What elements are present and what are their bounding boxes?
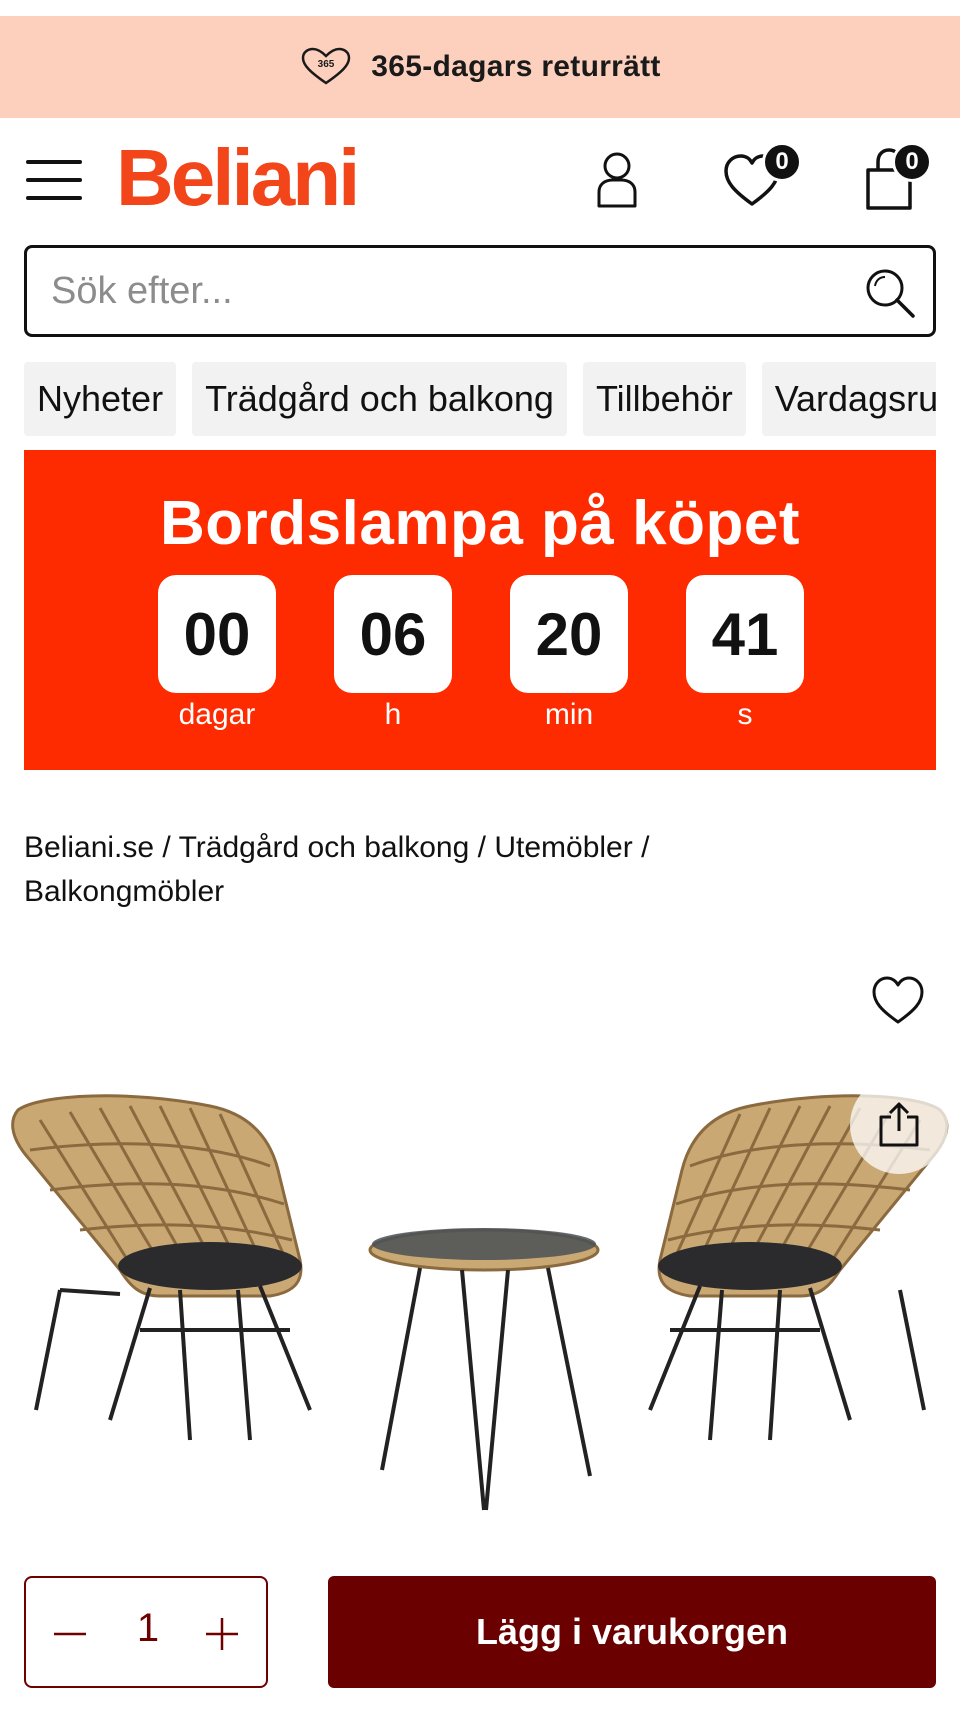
breadcrumb-current[interactable]: Balkongmöbler (24, 875, 224, 908)
breadcrumb: Beliani.se / Trädgård och balkong / Utem… (24, 826, 924, 914)
breadcrumb-link[interactable]: Utemöbler (494, 831, 632, 864)
countdown-minutes-label: min (544, 698, 594, 731)
round-table-image (368, 1228, 600, 1511)
quantity-stepper: 1 (24, 1576, 268, 1688)
search-input[interactable] (51, 269, 831, 313)
search-bar (24, 245, 936, 337)
quantity-increase-button[interactable] (192, 1604, 252, 1664)
category-chip-vardagsrum[interactable]: Vardagsrum (761, 362, 936, 436)
share-icon[interactable] (850, 1076, 948, 1174)
quantity-decrease-button[interactable] (40, 1604, 100, 1664)
rattan-chair-left-image (11, 1094, 312, 1441)
search-icon[interactable] (863, 266, 915, 318)
add-to-wishlist-icon[interactable] (870, 972, 926, 1028)
heart-365-icon: 365 (299, 47, 353, 87)
category-nav: Nyheter Trädgård och balkong Tillbehör Vard… (24, 362, 936, 436)
countdown-seconds: 41 (686, 575, 804, 693)
add-to-cart-button[interactable]: Lägg i varukorgen (328, 1576, 936, 1688)
promo-bar[interactable]: 365 365-dagars returrätt (0, 16, 960, 118)
banner-title: Bordslampa på köpet (160, 489, 800, 558)
category-chip-tradgard[interactable]: Trädgård och balkong (192, 362, 567, 436)
wishlist-count-badge: 0 (762, 142, 802, 182)
countdown-seconds-label: s (737, 698, 753, 731)
countdown-minutes: 20 (510, 575, 628, 693)
promo-text: 365-dagars returrätt (371, 50, 661, 83)
quantity-value[interactable]: 1 (110, 1606, 186, 1651)
breadcrumb-link[interactable]: Trädgård och balkong (179, 831, 470, 864)
product-page: 365 365-dagars returrätt Beliani 0 0 Sök… (0, 0, 960, 1735)
product-image[interactable] (0, 1080, 960, 1520)
beliani-logo[interactable]: Beliani (116, 138, 360, 218)
breadcrumb-separator: / (641, 831, 650, 864)
breadcrumb-separator: / (162, 831, 171, 864)
countdown-hours: 06 (334, 575, 452, 693)
account-icon[interactable] (586, 148, 648, 210)
category-chip-tillbehor[interactable]: Tillbehör (582, 362, 746, 436)
site-header: Beliani 0 0 (0, 118, 960, 243)
countdown-days-label: dagar (178, 698, 256, 731)
cart-count-badge: 0 (892, 142, 932, 182)
breadcrumb-separator: / (477, 831, 486, 864)
campaign-banner[interactable]: Bordslampa på köpet 00 dagar 06 h 20 min… (24, 450, 936, 770)
breadcrumb-link[interactable]: Beliani.se (24, 831, 154, 864)
svg-text:365: 365 (318, 59, 335, 70)
countdown-hours-label: h (384, 698, 402, 731)
menu-icon[interactable] (26, 158, 84, 202)
countdown-days: 00 (158, 575, 276, 693)
category-chip-nyheter[interactable]: Nyheter (24, 362, 177, 436)
